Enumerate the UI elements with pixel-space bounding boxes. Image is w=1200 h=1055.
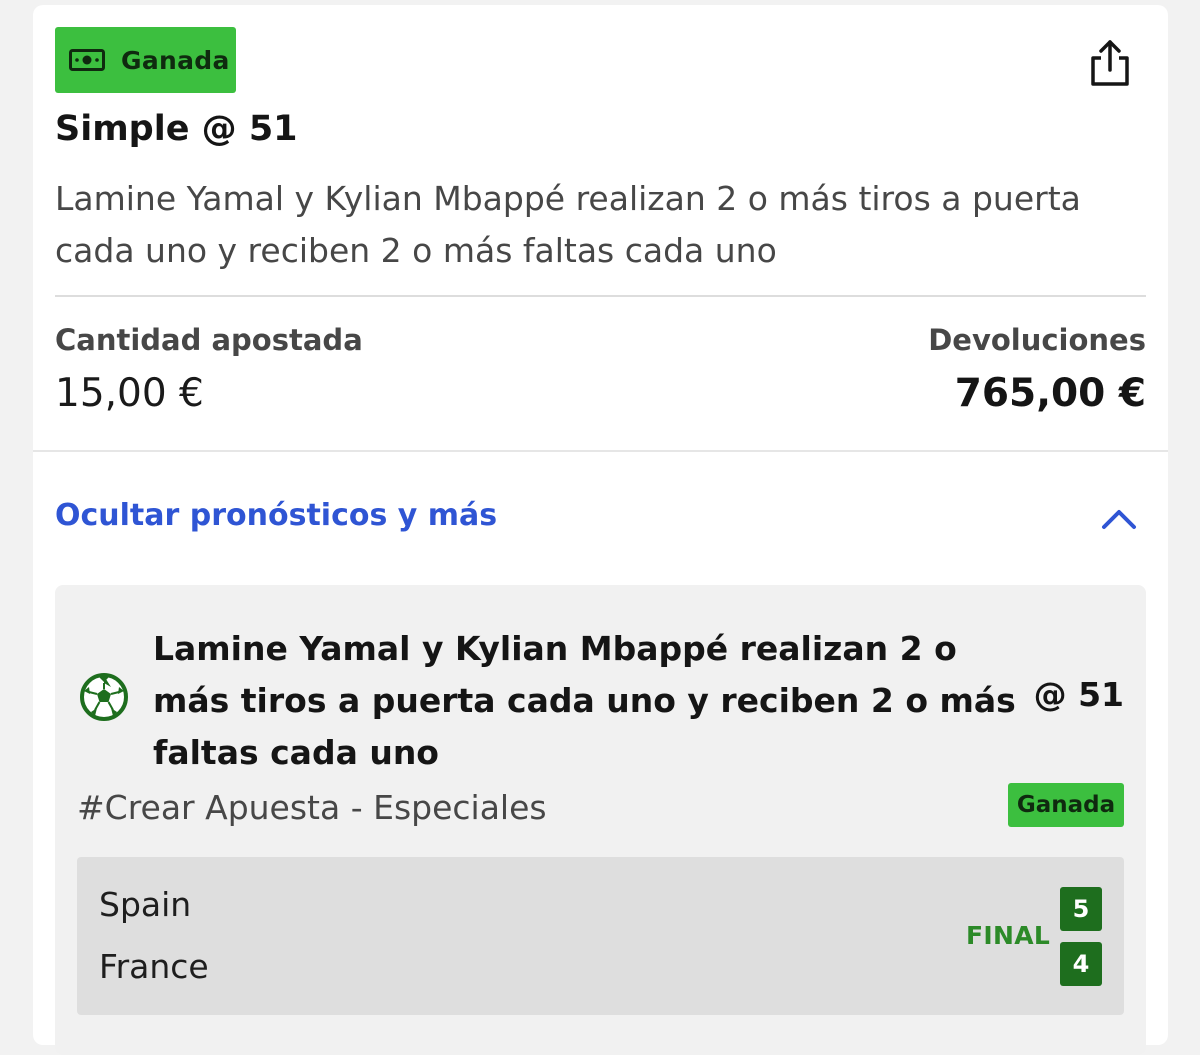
money-icon	[69, 49, 105, 71]
result-badge: Ganada	[1008, 783, 1124, 827]
selection-card: Lamine Yamal y Kylian Mbappé realizan 2 …	[55, 585, 1146, 1055]
match-status: FINAL	[966, 921, 1051, 950]
divider	[33, 450, 1168, 452]
bet-card: Ganada Simple @ 51 Lamine Yamal y Kylian…	[33, 5, 1168, 1055]
selection-odds: @ 51	[1033, 675, 1124, 714]
status-badge: Ganada	[55, 27, 236, 93]
divider	[55, 295, 1146, 297]
bet-title: Simple @ 51	[55, 109, 298, 149]
bet-description: Lamine Yamal y Kylian Mbappé realizan 2 …	[55, 179, 1081, 270]
home-score: 5	[1060, 887, 1102, 931]
share-icon[interactable]	[1085, 38, 1135, 88]
home-team: Spain	[99, 885, 192, 924]
returns-value: 765,00 €	[954, 371, 1146, 416]
chevron-up-icon[interactable]	[1099, 503, 1139, 533]
soccer-icon	[80, 673, 128, 721]
status-label: Ganada	[121, 45, 230, 75]
match-scoreboard[interactable]: Spain France FINAL 5 4	[77, 857, 1124, 1015]
returns-label: Devoluciones	[928, 323, 1146, 357]
away-team: France	[99, 947, 209, 986]
selection-title: Lamine Yamal y Kylian Mbappé realizan 2 …	[153, 629, 1016, 772]
hide-predictions-link[interactable]: Ocultar pronósticos y más	[55, 498, 497, 533]
market-name: #Crear Apuesta - Especiales	[77, 788, 547, 827]
stake-value: 15,00 €	[55, 371, 204, 416]
away-score: 4	[1060, 942, 1102, 986]
stake-label: Cantidad apostada	[55, 323, 363, 357]
